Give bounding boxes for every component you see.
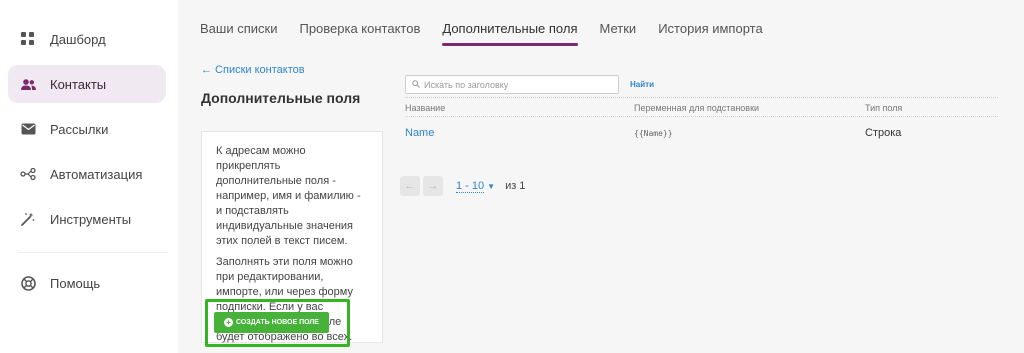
table-row: Name {{Name}} Строка	[405, 125, 998, 145]
dashboard-icon	[20, 31, 36, 47]
caret-down-icon[interactable]: ▼	[487, 182, 495, 191]
page-range-select[interactable]: 1 - 10	[456, 180, 485, 193]
app-root: Дашборд Контакты Рассылки Автоматизация	[0, 0, 1024, 353]
column-header-variable: Переменная для подстановки	[634, 103, 760, 113]
sidebar-item-tools[interactable]: Инструменты	[8, 200, 166, 238]
create-field-label: создать новое поле	[236, 319, 319, 326]
sidebar-item-automation[interactable]: Автоматизация	[8, 155, 166, 193]
table-header: Название Переменная для подстановки Тип …	[405, 97, 998, 117]
tab-label: Ваши списки	[200, 21, 278, 36]
sidebar-item-label: Рассылки	[50, 121, 109, 137]
next-page-button[interactable]: →	[423, 176, 443, 196]
pagination: ← → 1 - 10 ▼ из 1	[400, 176, 525, 196]
sidebar: Дашборд Контакты Рассылки Автоматизация	[0, 0, 178, 353]
arrow-left-icon: ←	[404, 180, 416, 192]
sidebar-item-label: Автоматизация	[50, 166, 143, 182]
sidebar-item-label: Помощь	[50, 275, 101, 291]
search-icon	[412, 79, 420, 90]
back-to-lists-link[interactable]: ← Списки контактов	[201, 64, 305, 76]
page-total: из 1	[505, 180, 526, 192]
tab-label: Проверка контактов	[299, 21, 421, 36]
contacts-icon	[20, 76, 36, 92]
sidebar-item-label: Дашборд	[50, 31, 106, 47]
sidebar-item-label: Контакты	[50, 76, 107, 92]
tab-label: Метки	[599, 21, 637, 36]
sidebar-item-dashboard[interactable]: Дашборд	[8, 20, 166, 58]
main-content: Ваши списки Проверка контактов Дополните…	[178, 0, 1024, 353]
plus-circle-icon: +	[224, 318, 233, 327]
active-tab-indicator	[442, 43, 578, 46]
tab-tags[interactable]: Метки	[600, 14, 637, 44]
sidebar-item-contacts[interactable]: Контакты	[8, 65, 166, 103]
field-type: Строка	[865, 127, 902, 139]
help-icon	[20, 275, 36, 291]
search-placeholder: Искать по заголовку	[424, 79, 509, 90]
arrow-right-icon: →	[427, 180, 439, 192]
tab-your-lists[interactable]: Ваши списки	[200, 14, 277, 44]
automation-icon	[20, 166, 36, 182]
column-header-name: Название	[405, 103, 446, 113]
tab-import-history[interactable]: История импорта	[658, 14, 762, 44]
sidebar-divider	[18, 252, 168, 253]
sidebar-item-help[interactable]: Помощь	[8, 264, 166, 302]
tab-label: История импорта	[658, 21, 763, 36]
search-button[interactable]: Найти	[630, 80, 654, 89]
tab-custom-fields[interactable]: Дополнительные поля	[442, 14, 578, 46]
field-variable: {{Name}}	[634, 129, 673, 138]
page-title: Дополнительные поля	[201, 90, 361, 106]
create-field-button[interactable]: + создать новое поле	[214, 312, 329, 333]
search-input[interactable]: Искать по заголовку	[405, 75, 619, 94]
tab-bar: Ваши списки Проверка контактов Дополните…	[200, 14, 785, 46]
sidebar-item-mailings[interactable]: Рассылки	[8, 110, 166, 148]
sidebar-item-label: Инструменты	[50, 211, 132, 227]
magic-wand-icon	[20, 211, 36, 227]
column-header-type: Тип поля	[865, 103, 903, 113]
prev-page-button[interactable]: ←	[400, 176, 420, 196]
tab-label: Дополнительные поля	[442, 21, 578, 36]
mail-icon	[20, 121, 36, 137]
info-paragraph: К адресам можно прикреплять дополнительн…	[216, 145, 361, 247]
field-name-link[interactable]: Name	[405, 127, 434, 139]
tab-contact-check[interactable]: Проверка контактов	[299, 14, 420, 44]
